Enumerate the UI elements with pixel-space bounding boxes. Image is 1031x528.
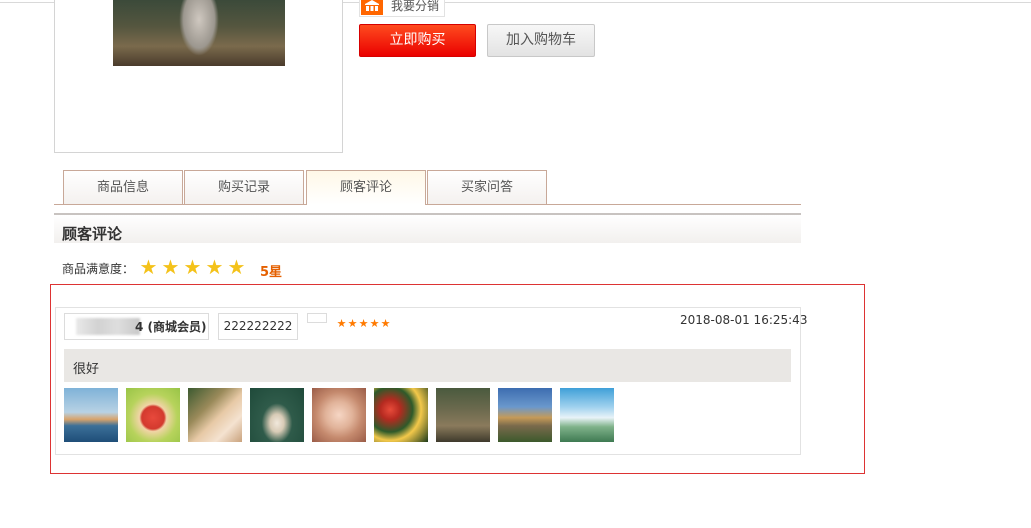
product-main-image[interactable] — [113, 0, 285, 66]
tab-customer-reviews[interactable]: 顾客评论 — [306, 170, 426, 205]
review-order-number: 222222222 — [218, 313, 298, 340]
review-image-thumbnail[interactable] — [560, 388, 614, 442]
share-shop-icon — [361, 0, 383, 15]
review-image-thumbnail[interactable] — [498, 388, 552, 442]
buy-now-button[interactable]: 立即购买 — [359, 24, 476, 57]
product-image-frame — [54, 0, 343, 153]
review-date: 2018-08-01 16:25:43 — [680, 313, 808, 327]
review-image-thumbnail[interactable] — [188, 388, 242, 442]
review-image-thumbnail[interactable] — [250, 388, 304, 442]
tab-buyer-qa[interactable]: 买家问答 — [427, 170, 547, 204]
reviews-header: 顾客评论 — [54, 213, 801, 243]
product-photo-subject — [179, 0, 219, 56]
review-image-thumbnail[interactable] — [312, 388, 366, 442]
review-image-thumbnail[interactable] — [64, 388, 118, 442]
add-to-cart-button[interactable]: 加入购物车 — [487, 24, 595, 57]
satisfaction-star-icon: ★ — [161, 255, 180, 279]
review-image-thumbnail[interactable] — [126, 388, 180, 442]
tabs-underline — [54, 204, 801, 205]
satisfaction-star-icon: ★ — [183, 255, 202, 279]
reviews-title: 顾客评论 — [62, 225, 123, 243]
review-star-icon: ★ — [336, 317, 347, 330]
review-comment-box: 很好 — [64, 349, 791, 382]
satisfaction-label: 商品满意度： — [62, 262, 135, 276]
satisfaction-star-icon: ★ — [227, 255, 246, 279]
share-distribution-link[interactable]: 我要分销 — [359, 0, 445, 17]
review-star-icon: ★ — [369, 317, 380, 330]
satisfaction-score: 5星 — [260, 265, 283, 280]
share-label: 我要分销 — [391, 0, 440, 13]
product-tabs: 商品信息 购买记录 顾客评论 买家问答 — [54, 170, 801, 205]
review-star-icon: ★ — [347, 317, 358, 330]
tab-purchase-records[interactable]: 购买记录 — [184, 170, 304, 204]
review-image-thumbnail[interactable] — [436, 388, 490, 442]
review-star-icon: ★ — [380, 317, 391, 330]
review-empty-tag — [307, 313, 327, 323]
satisfaction-star-icon: ★ — [139, 255, 158, 279]
reviewer-name-blurred — [76, 318, 140, 335]
review-image-thumbnail[interactable] — [374, 388, 428, 442]
review-comment-text: 很好 — [73, 362, 100, 377]
review-star-icon: ★ — [358, 317, 369, 330]
tab-product-info[interactable]: 商品信息 — [63, 170, 183, 204]
satisfaction-star-icon: ★ — [205, 255, 224, 279]
reviewer-name: 4 (商城会员) — [135, 320, 207, 334]
reviewer-info: 4 (商城会员) — [64, 313, 209, 340]
shop-roof-glyph — [365, 0, 379, 11]
